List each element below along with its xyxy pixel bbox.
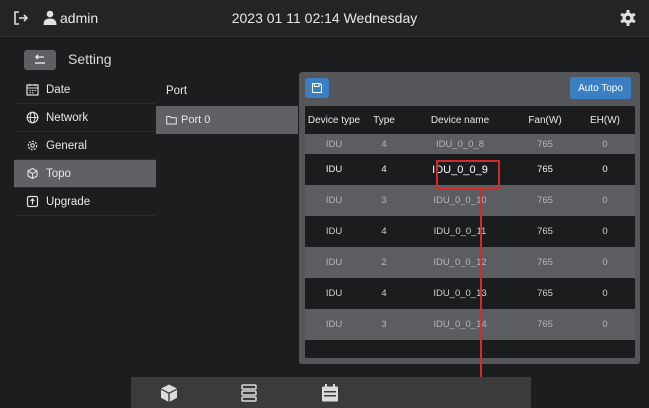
- cell-eh: 0: [575, 216, 635, 247]
- menu-item-topo[interactable]: Topo: [14, 160, 156, 188]
- topology-icon: [27, 167, 38, 180]
- logout-icon[interactable]: [12, 9, 30, 27]
- cell-type: 3: [363, 309, 405, 340]
- highlight-pointer-line: [480, 189, 482, 408]
- menu-item-label: General: [46, 139, 87, 152]
- cell-type: 4: [363, 154, 405, 185]
- cell-eh: 0: [575, 154, 635, 185]
- username: admin: [60, 10, 99, 26]
- device-table-container[interactable]: Device type Type Device name Fan(W) EH(W…: [305, 106, 635, 358]
- table-row[interactable]: IDU 4 IDU_0_0_13 765 0: [305, 278, 635, 309]
- user-icon: [43, 10, 57, 25]
- port-item-label: Port 0: [181, 114, 211, 126]
- page-title: Setting: [68, 51, 112, 67]
- cell-device-type: IDU: [305, 154, 363, 185]
- folder-icon: [166, 116, 177, 125]
- menu-item-date[interactable]: Date: [14, 76, 156, 104]
- globe-icon: [26, 111, 39, 124]
- menu-item-general[interactable]: General: [14, 132, 156, 160]
- cell-eh: 0: [575, 309, 635, 340]
- cell-fan: 765: [515, 247, 575, 278]
- calendar-icon[interactable]: [320, 383, 340, 403]
- cell-fan: 765: [515, 134, 575, 154]
- table-row[interactable]: IDU 4 IDU_0_0_11 765 0: [305, 216, 635, 247]
- menu-item-label: Topo: [46, 167, 71, 180]
- table-row[interactable]: IDU 4 IDU_0_0_9 765 0: [305, 154, 635, 185]
- cell-fan: 765: [515, 216, 575, 247]
- column-header: Device type: [305, 106, 363, 134]
- column-header: Device name: [405, 106, 515, 134]
- cell-fan: 765: [515, 185, 575, 216]
- bottom-dock: [131, 377, 531, 408]
- save-icon: [311, 82, 323, 94]
- port-header: Port: [166, 85, 188, 97]
- topo-panel: Auto Topo Device type Type Device name F…: [299, 72, 640, 364]
- save-button[interactable]: [305, 78, 329, 98]
- cell-device-type: IDU: [305, 134, 363, 154]
- list-icon[interactable]: [239, 383, 259, 403]
- cell-device-type: IDU: [305, 309, 363, 340]
- cell-device-name[interactable]: IDU_0_0_9: [405, 154, 515, 185]
- cell-fan: 765: [515, 154, 575, 185]
- cell-type: 3: [363, 185, 405, 216]
- cell-device-name: IDU_0_0_12: [405, 247, 515, 278]
- gear-icon[interactable]: [619, 9, 637, 27]
- menu-item-label: Date: [46, 83, 71, 96]
- cell-eh: 0: [575, 185, 635, 216]
- table-row[interactable]: IDU 3 IDU_0_0_14 765 0: [305, 309, 635, 340]
- table-row[interactable]: IDU 2 IDU_0_0_12 765 0: [305, 247, 635, 278]
- cell-eh: 0: [575, 247, 635, 278]
- cell-type: 2: [363, 247, 405, 278]
- calendar-icon: [26, 84, 39, 96]
- upgrade-icon: [26, 195, 39, 208]
- column-header: Fan(W): [515, 106, 575, 134]
- table-row[interactable]: IDU 3 IDU_0_0_10 765 0: [305, 185, 635, 216]
- back-button[interactable]: [24, 50, 56, 70]
- cell-type: 4: [363, 134, 405, 154]
- setting-header: Setting: [0, 38, 649, 72]
- port-list: Port Port 0: [156, 76, 298, 134]
- cell-device-name: IDU_0_0_8: [405, 134, 515, 154]
- table-row-partial: [305, 340, 635, 350]
- cell-eh: 0: [575, 278, 635, 309]
- column-header: EH(W): [575, 106, 635, 134]
- cube-icon[interactable]: [159, 383, 179, 403]
- menu-item-upgrade[interactable]: Upgrade: [14, 188, 156, 216]
- cell-device-name: IDU_0_0_11: [405, 216, 515, 247]
- cell-type: 4: [363, 216, 405, 247]
- menu-item-label: Upgrade: [46, 195, 91, 208]
- menu-item-network[interactable]: Network: [14, 104, 156, 132]
- cell-device-type: IDU: [305, 185, 363, 216]
- cell-eh: 0: [575, 134, 635, 154]
- cell-device-type: IDU: [305, 247, 363, 278]
- cell-device-name: IDU_0_0_10: [405, 185, 515, 216]
- cell-type: 4: [363, 278, 405, 309]
- cell-device-name: IDU_0_0_14: [405, 309, 515, 340]
- device-table: Device type Type Device name Fan(W) EH(W…: [305, 106, 635, 350]
- gear-icon: [27, 140, 38, 151]
- cell-device-type: IDU: [305, 278, 363, 309]
- menu-item-label: Network: [46, 111, 89, 124]
- auto-topo-button[interactable]: Auto Topo: [570, 77, 631, 99]
- cell-fan: 765: [515, 278, 575, 309]
- cell-device-name: IDU_0_0_13: [405, 278, 515, 309]
- port-item-0[interactable]: Port 0: [156, 106, 298, 134]
- column-header: Type: [363, 106, 405, 134]
- cell-fan: 765: [515, 309, 575, 340]
- table-header-row: Device type Type Device name Fan(W) EH(W…: [305, 106, 635, 134]
- table-row[interactable]: IDU 4 IDU_0_0_8 765 0: [305, 134, 635, 154]
- settings-menu: Date Network General Topo Upgrade: [14, 76, 156, 216]
- back-arrow-icon: [35, 54, 45, 64]
- top-bar: admin 2023 01 11 02:14 Wednesday: [0, 0, 649, 37]
- cell-device-type: IDU: [305, 216, 363, 247]
